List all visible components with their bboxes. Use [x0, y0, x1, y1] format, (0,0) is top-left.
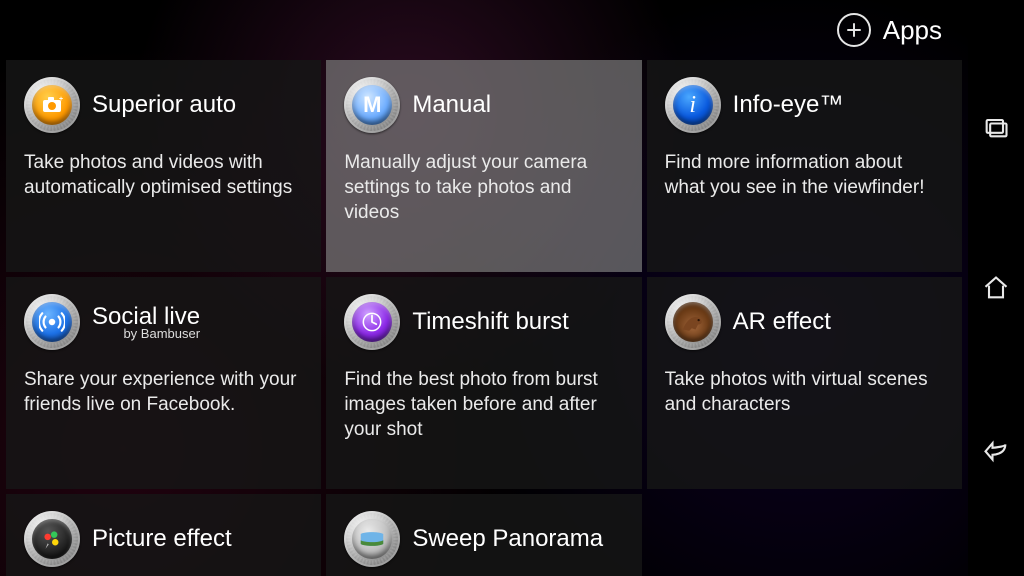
info-i-icon: i — [665, 77, 721, 133]
mode-description: Take photos with virtual scenes and char… — [665, 367, 944, 417]
mode-title: Sweep Panorama — [412, 525, 603, 553]
mode-description: Manually adjust your camera settings to … — [344, 150, 623, 225]
mode-grid: + Superior auto Take photos and videos w… — [6, 60, 962, 576]
mode-tile-manual[interactable]: M Manual Manually adjust your camera set… — [326, 60, 641, 272]
system-navbar — [968, 0, 1024, 576]
mode-tile-superior-auto[interactable]: + Superior auto Take photos and videos w… — [6, 60, 321, 272]
mode-description: Find the best photo from burst images ta… — [344, 367, 623, 442]
mode-subtitle: by Bambuser — [92, 326, 200, 341]
mode-description: Share your experience with your friends … — [24, 367, 303, 417]
svg-text:+: + — [59, 96, 63, 103]
mode-tile-info-eye[interactable]: i Info-eye™ Find more information about … — [647, 60, 962, 272]
plus-circle-icon — [837, 13, 871, 47]
mode-title: Timeshift burst — [412, 308, 568, 336]
mode-tile-timeshift-burst[interactable]: Timeshift burst Find the best photo from… — [326, 277, 641, 489]
mode-title: Picture effect — [92, 525, 232, 553]
mode-title: AR effect — [733, 308, 831, 336]
manual-m-icon: M — [344, 77, 400, 133]
mode-grid-viewport[interactable]: + Superior auto Take photos and videos w… — [6, 60, 962, 576]
mode-description: Find more information about what you see… — [665, 150, 944, 200]
home-button[interactable] — [976, 268, 1016, 308]
mode-title: Manual — [412, 91, 491, 119]
mode-tile-picture-effect[interactable]: Picture effect — [6, 494, 321, 576]
back-button[interactable] — [976, 429, 1016, 469]
mode-title: Info-eye™ — [733, 91, 844, 119]
camera-mode-picker: Apps + Superior auto Take photos and vid… — [0, 0, 968, 576]
camera-plus-icon: + — [24, 77, 80, 133]
panorama-icon — [344, 511, 400, 567]
header: Apps — [0, 0, 968, 60]
mode-tile-ar-effect[interactable]: AR effect Take photos with virtual scene… — [647, 277, 962, 489]
mode-description: Take photos and videos with automaticall… — [24, 150, 303, 200]
apps-label: Apps — [883, 15, 942, 46]
clock-burst-icon — [344, 294, 400, 350]
palette-icon — [24, 511, 80, 567]
recent-apps-button[interactable] — [976, 107, 1016, 147]
mode-tile-sweep-panorama[interactable]: Sweep Panorama — [326, 494, 641, 576]
mode-tile-social-live[interactable]: Social live by Bambuser Share your exper… — [6, 277, 321, 489]
add-apps-button[interactable]: Apps — [837, 13, 942, 47]
broadcast-icon — [24, 294, 80, 350]
mode-title: Superior auto — [92, 91, 236, 119]
dinosaur-icon — [665, 294, 721, 350]
